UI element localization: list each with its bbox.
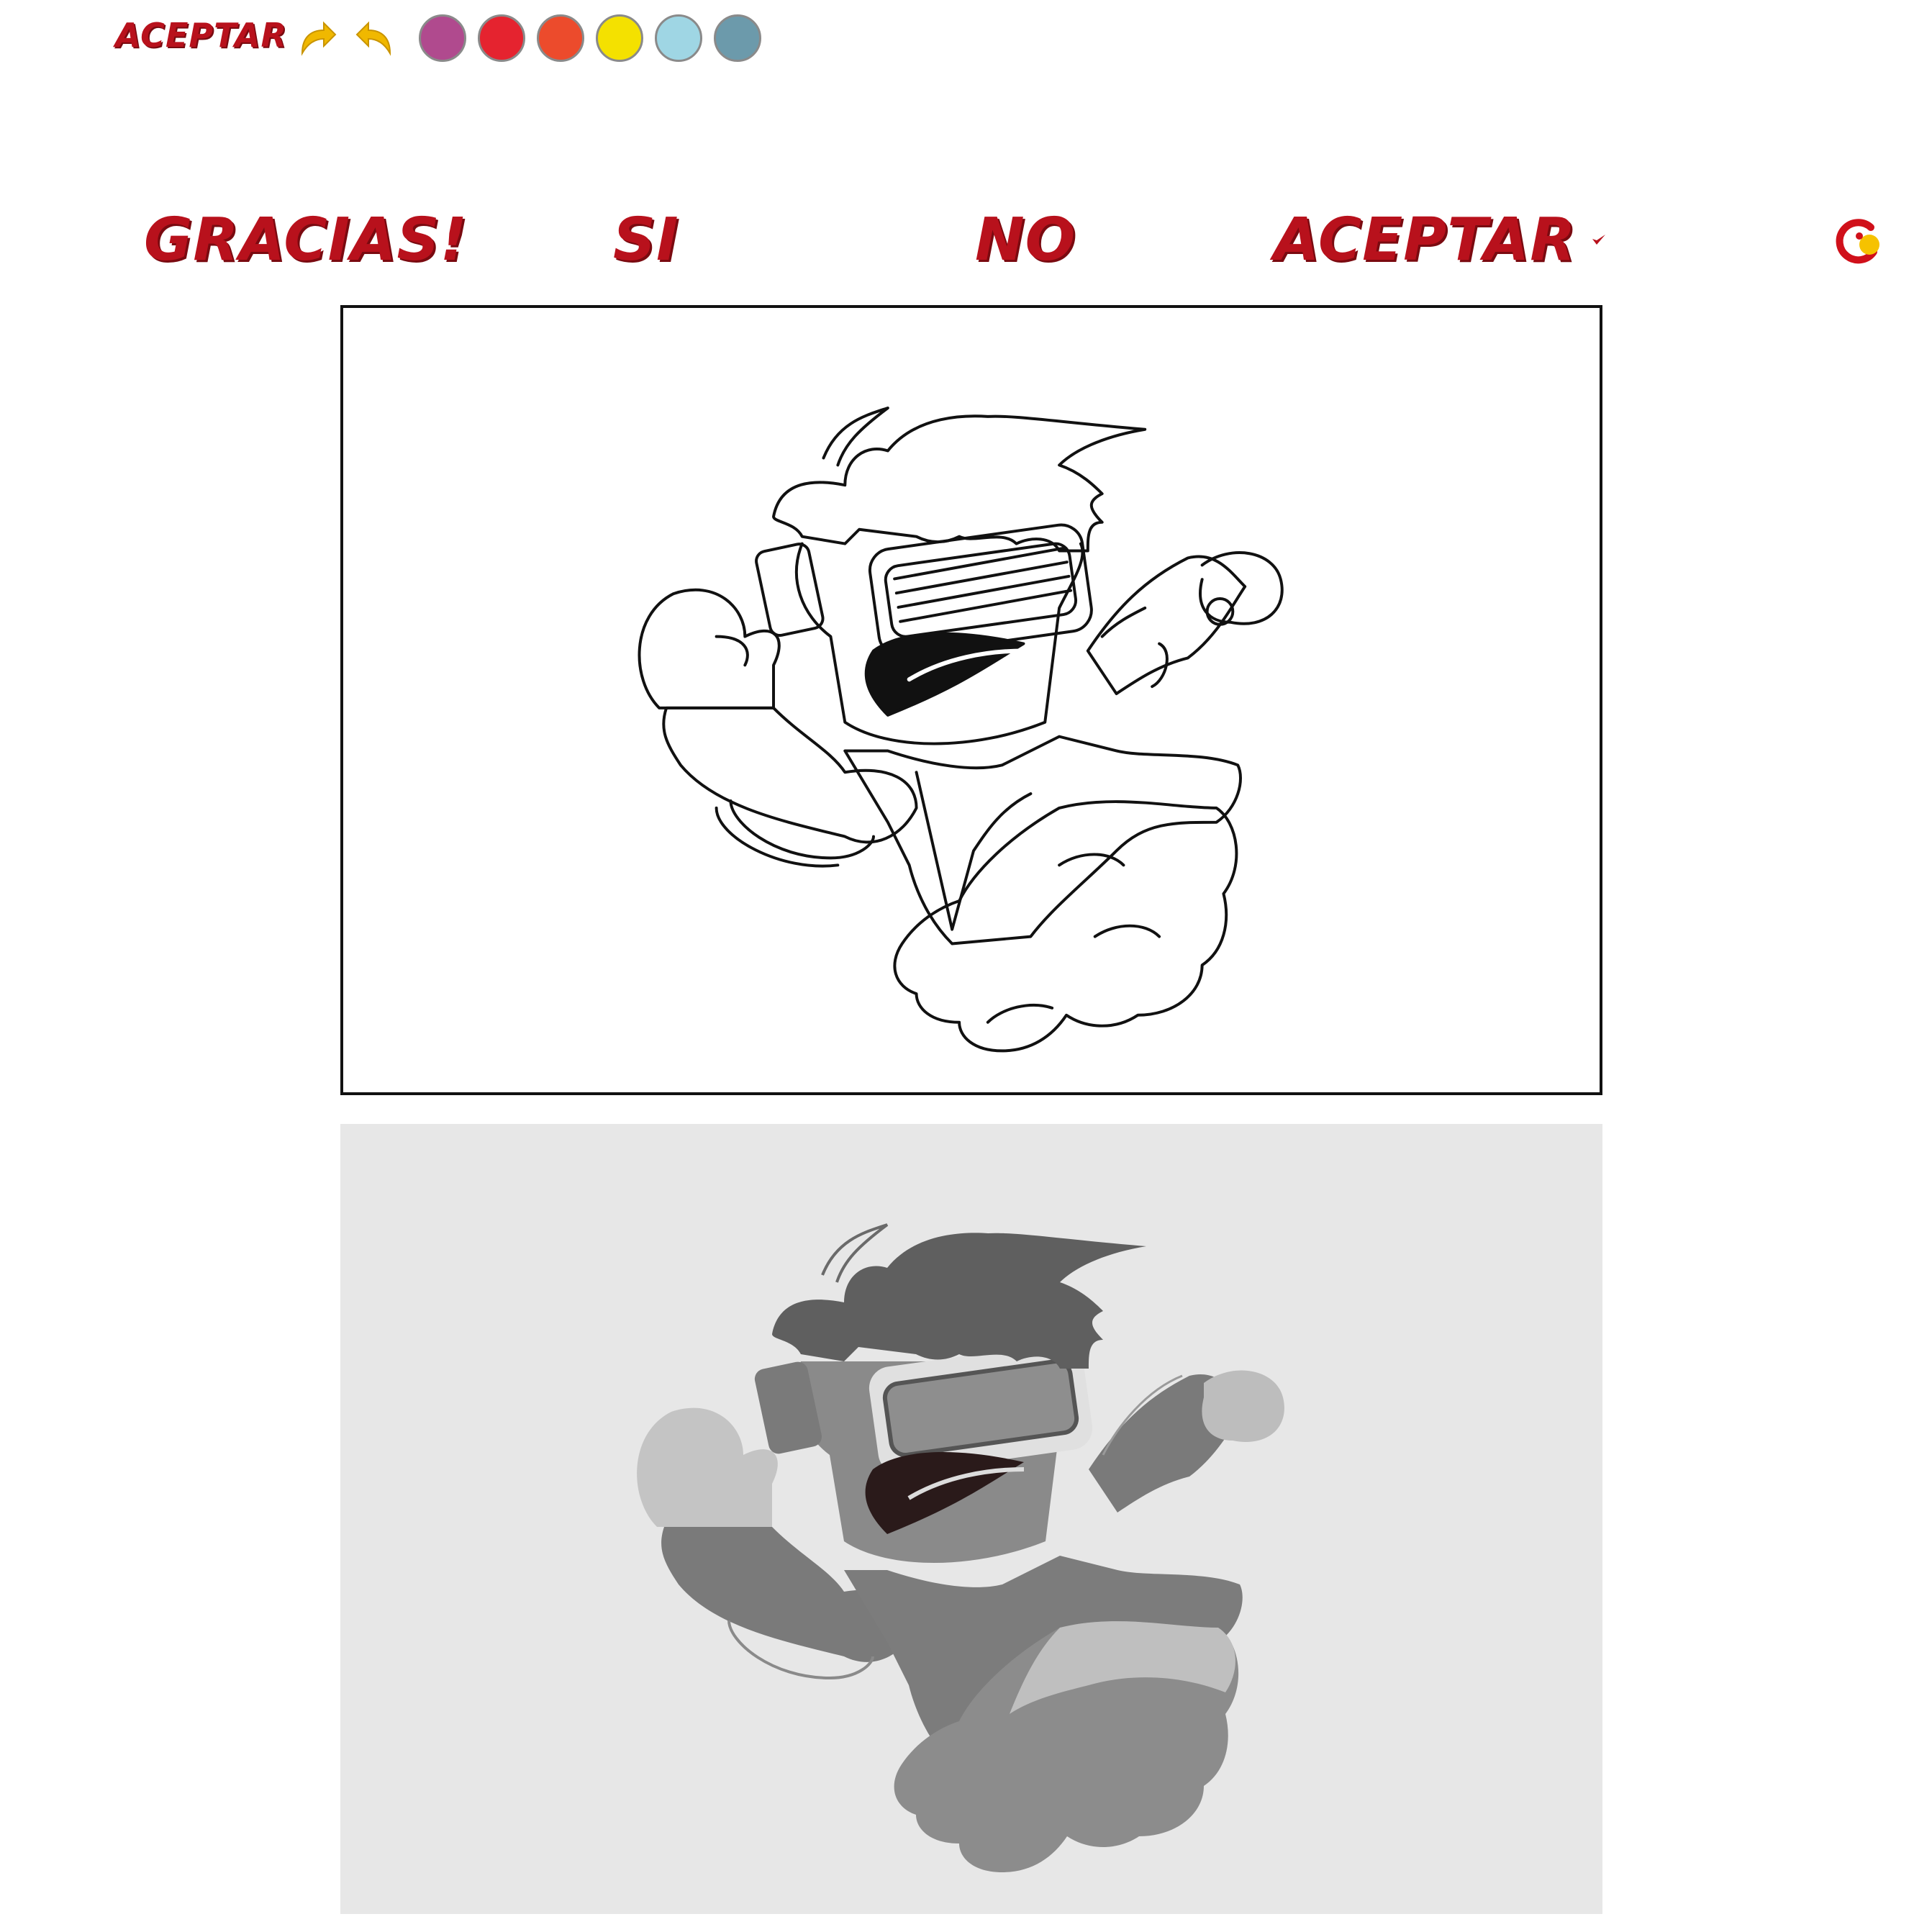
color-swatch-orange[interactable] [537, 14, 584, 62]
undo-arrow-icon[interactable] [354, 16, 397, 59]
mouth [864, 632, 1025, 717]
accept-button-top[interactable]: ACEPTAR [115, 16, 287, 55]
right-fist [1199, 551, 1284, 625]
color-preview [340, 1124, 1602, 1914]
left-arm [662, 706, 918, 844]
hero-line-art [638, 406, 1284, 1053]
torso [843, 735, 1242, 945]
hero-preview-art [637, 1223, 1284, 1872]
color-swatch-purple[interactable] [419, 14, 466, 62]
collar [915, 771, 1033, 931]
game-logo-icon[interactable] [1833, 216, 1884, 266]
accept-button[interactable]: ACEPTAR [1274, 206, 1576, 274]
hair-outline [772, 414, 1147, 553]
thanks-button[interactable]: GRACIAS! [144, 206, 468, 274]
preview-hair [772, 1233, 1146, 1369]
color-swatch-red[interactable] [478, 14, 525, 62]
left-fist [638, 588, 781, 709]
color-swatch-steel-blue[interactable] [714, 14, 761, 62]
preview-right-fist [1202, 1370, 1284, 1442]
lower-cloud [893, 800, 1238, 1053]
color-swatch-light-blue[interactable] [655, 14, 702, 62]
no-button[interactable]: NO [975, 206, 1076, 274]
preview-left-fist [637, 1407, 778, 1527]
yes-button[interactable]: SI [613, 206, 679, 274]
checkmark-icon [1590, 232, 1607, 249]
redo-arrow-icon[interactable] [295, 16, 338, 59]
coloring-canvas[interactable] [340, 305, 1602, 1095]
color-swatch-yellow[interactable] [596, 14, 643, 62]
